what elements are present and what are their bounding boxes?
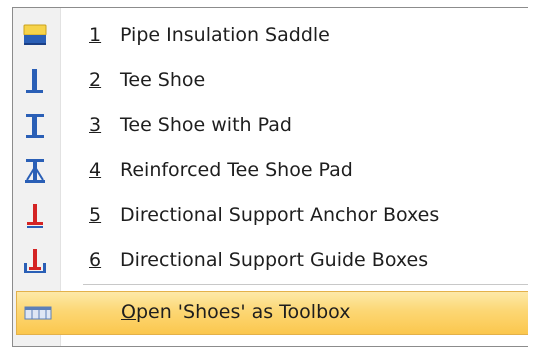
menu-item-label: Tee Shoe (120, 69, 206, 91)
tee-shoe-icon (26, 69, 43, 93)
menu-item-label: Tee Shoe with Pad (120, 114, 292, 136)
menu-item-number: 2 (89, 69, 102, 91)
menu-item-guide-boxes[interactable]: 6 Directional Support Guide Boxes (13, 239, 529, 283)
menu-item-label: Directional Support Guide Boxes (120, 249, 429, 271)
menu-divider (83, 284, 528, 285)
context-menu: 1 Pipe Insulation Saddle 2 Tee Shoe 3 Te… (12, 7, 528, 347)
toolbox-label: Open 'Shoes' as Toolbox (121, 301, 350, 323)
guide-boxes-icon (24, 249, 46, 273)
toolbox-icon (24, 306, 52, 320)
menu-item-reinforced-tee-shoe-pad[interactable]: 4 Reinforced Tee Shoe Pad (13, 149, 529, 193)
tee-shoe-with-pad-icon (26, 114, 44, 138)
open-as-toolbox-menu-item[interactable]: Open 'Shoes' as Toolbox (16, 291, 528, 335)
menu-item-label: Reinforced Tee Shoe Pad (120, 159, 353, 181)
menu-item-label: Directional Support Anchor Boxes (120, 204, 440, 226)
menu-item-number: 6 (89, 249, 102, 271)
pipe-insulation-saddle-icon (23, 24, 47, 45)
toolbox-label-text: pen 'Shoes' as Toolbox (135, 301, 351, 323)
menu-item-number: 1 (89, 24, 102, 46)
menu-item-number: 5 (89, 204, 102, 226)
menu-item-anchor-boxes[interactable]: 5 Directional Support Anchor Boxes (13, 194, 529, 238)
menu-item-tee-shoe[interactable]: 2 Tee Shoe (13, 59, 529, 103)
toolbox-mnemonic: O (121, 301, 136, 323)
menu-item-pipe-insulation-saddle[interactable]: 1 Pipe Insulation Saddle (13, 14, 529, 58)
menu-item-number: 4 (89, 159, 102, 181)
menu-item-label: Pipe Insulation Saddle (120, 24, 330, 46)
reinforced-tee-shoe-pad-icon (25, 159, 45, 183)
anchor-boxes-icon (27, 204, 43, 228)
menu-item-tee-shoe-with-pad[interactable]: 3 Tee Shoe with Pad (13, 104, 529, 148)
menu-item-number: 3 (89, 114, 102, 136)
